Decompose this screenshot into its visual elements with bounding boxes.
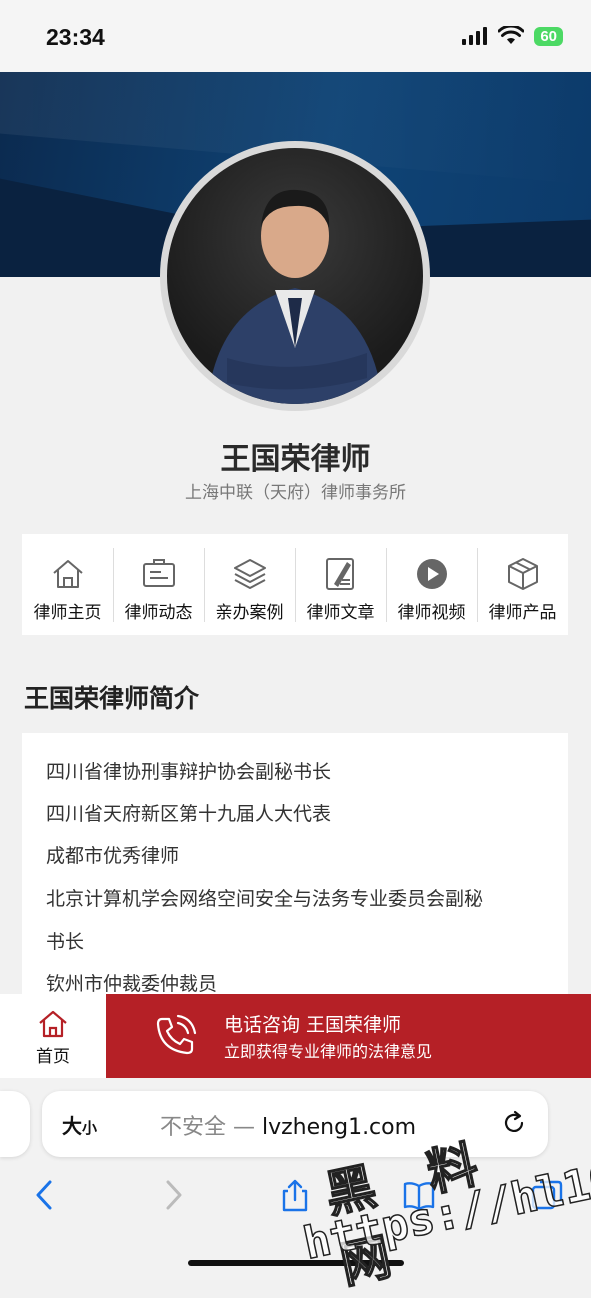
intro-line: 北京计算机学会网络空间安全与法务专业委员会副秘 (46, 888, 484, 910)
nav-lawyer-news[interactable]: 律师动态 (113, 534, 204, 635)
nav-lawyer-home[interactable]: 律师主页 (22, 534, 113, 635)
cellular-signal-icon (462, 27, 488, 45)
law-firm: 上海中联（天府）律师事务所 (185, 483, 406, 503)
domain-label: lvzheng1.com (262, 1115, 417, 1140)
share-icon[interactable] (278, 1178, 312, 1212)
play-circle-icon (416, 559, 447, 589)
nav-label: 律师文章 (306, 603, 375, 623)
status-icons: 60 (462, 26, 563, 46)
call-subtitle: 立即获得专业律师的法律意见 (224, 1042, 433, 1061)
bottom-action-bar: 首页 电话咨询 王国荣律师 立即获得专业律师的法律意见 (0, 994, 591, 1078)
security-label: 不安全 — (160, 1115, 262, 1140)
intro-line: 钦州市仲裁委仲裁员 (46, 973, 218, 995)
nav-label: 律师产品 (488, 603, 557, 623)
intro-card: 四川省律协刑事辩护协会副秘书长 四川省天府新区第十九届人大代表 成都市优秀律师 … (22, 733, 568, 1003)
nav-label: 律师视频 (397, 603, 466, 623)
news-board-icon (142, 559, 175, 587)
house-icon (39, 1010, 67, 1038)
home-tab-button[interactable]: 首页 (0, 994, 106, 1078)
nav-videos[interactable]: 律师视频 (386, 534, 477, 635)
intro-line: 四川省天府新区第十九届人大代表 (46, 803, 332, 825)
document-pen-icon (325, 558, 354, 590)
lawyer-photo (167, 148, 423, 404)
nav-articles[interactable]: 律师文章 (295, 534, 386, 635)
clock: 23:34 (46, 24, 105, 50)
wifi-icon (498, 26, 525, 44)
house-icon (52, 560, 83, 588)
text-size-button[interactable]: 大小 (62, 1110, 97, 1139)
intro-line: 书长 (46, 931, 85, 953)
nav-label: 律师动态 (124, 603, 193, 623)
previous-tab-preview[interactable] (0, 1091, 30, 1157)
intro-title: 王国荣律师简介 (24, 684, 200, 713)
status-bar: 23:34 60 (0, 0, 591, 72)
nav-cases[interactable]: 亲办案例 (204, 534, 295, 635)
forward-icon[interactable] (156, 1178, 190, 1212)
back-icon[interactable] (28, 1178, 62, 1212)
profile-nav: 律师主页 律师动态 亲办案例 律师文章 律师视频 律师产品 (22, 534, 568, 635)
url-text: 不安全 — lvzheng1.com (160, 1109, 416, 1141)
battery-indicator: 60 (534, 26, 563, 46)
phone-call-icon (156, 1014, 197, 1055)
avatar (160, 141, 430, 411)
intro-line: 四川省律协刑事辩护协会副秘书长 (46, 761, 332, 783)
phone-consult-button[interactable]: 电话咨询 王国荣律师 立即获得专业律师的法律意见 (106, 994, 591, 1078)
call-title: 电话咨询 王国荣律师 (224, 1014, 402, 1036)
nav-products[interactable]: 律师产品 (477, 534, 568, 635)
home-tab-label: 首页 (36, 1047, 70, 1067)
intro-line: 成都市优秀律师 (46, 845, 180, 867)
nav-label: 亲办案例 (215, 603, 284, 623)
box-icon (507, 558, 538, 590)
lawyer-name: 王国荣律师 (220, 442, 371, 477)
person-silhouette-icon (207, 189, 383, 404)
layers-icon (233, 559, 266, 589)
nav-label: 律师主页 (33, 603, 102, 623)
